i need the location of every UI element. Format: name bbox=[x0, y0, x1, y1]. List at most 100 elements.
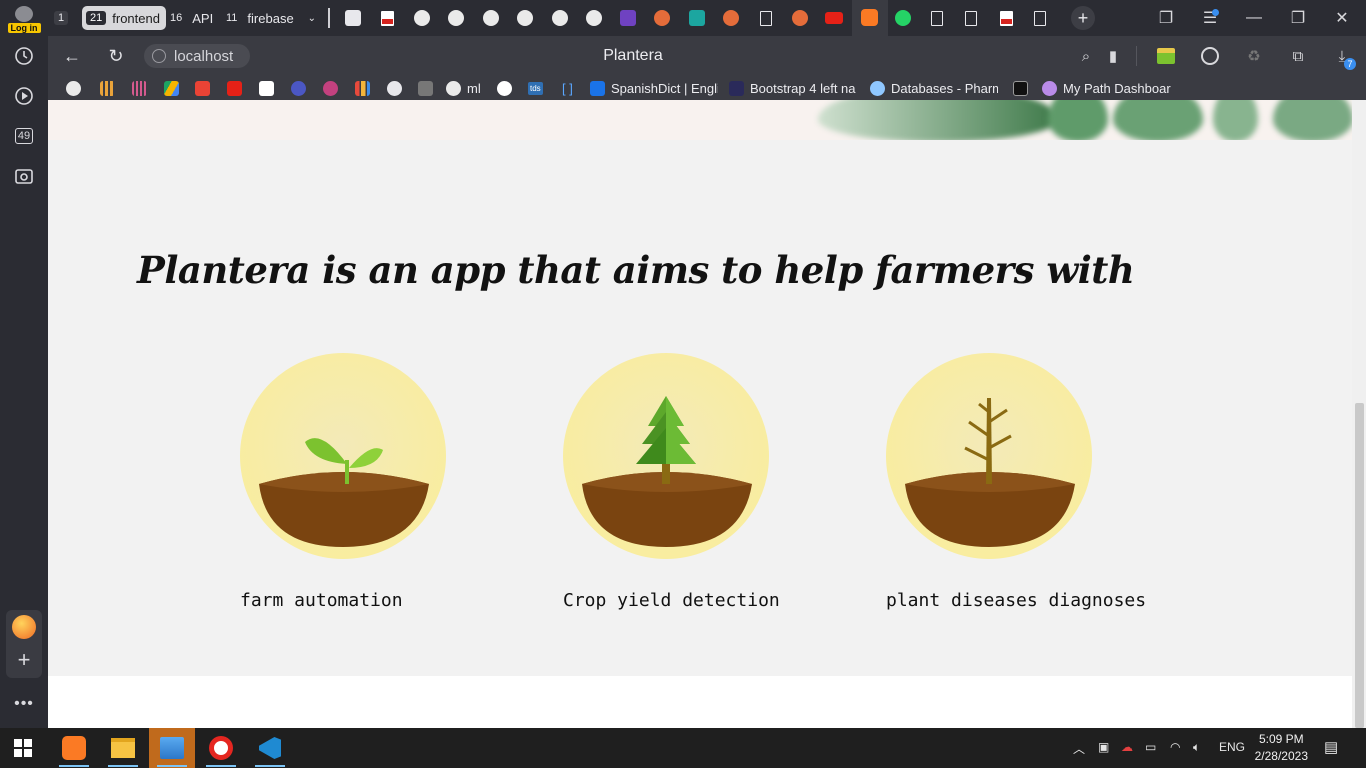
bookmark-bars[interactable] bbox=[355, 79, 376, 97]
minimize-window-icon[interactable]: — bbox=[1244, 8, 1264, 28]
login-label: Log in bbox=[7, 22, 41, 33]
tab-youtube[interactable] bbox=[824, 8, 844, 28]
bookmark-ml[interactable]: ml bbox=[446, 79, 481, 97]
bookmark-v[interactable] bbox=[259, 79, 280, 97]
tray-meet-icon[interactable]: ▣ bbox=[1098, 740, 1109, 754]
bookmark-angular[interactable] bbox=[1013, 79, 1034, 97]
tab-orange-3[interactable] bbox=[790, 8, 810, 28]
add-sidebar-app-icon[interactable]: + bbox=[6, 646, 42, 674]
scrollbar-thumb[interactable] bbox=[1355, 403, 1364, 728]
tab-s-app[interactable] bbox=[687, 8, 707, 28]
tab-group-api[interactable]: 16 API bbox=[166, 6, 213, 30]
history-clock-icon[interactable] bbox=[0, 38, 48, 74]
yandex-browser-icon bbox=[209, 736, 233, 760]
tab-whatsapp[interactable] bbox=[893, 8, 913, 28]
tray-chevron-up-icon[interactable]: ︿ bbox=[1073, 740, 1085, 757]
more-options-icon[interactable]: ••• bbox=[0, 686, 48, 722]
tab-group-label: frontend bbox=[112, 10, 160, 26]
bookmark-w[interactable] bbox=[418, 79, 439, 97]
taskbar-yandex[interactable] bbox=[198, 728, 244, 768]
bookmark-medium[interactable] bbox=[497, 79, 518, 97]
tray-language[interactable]: ENG bbox=[1219, 740, 1245, 754]
wallet-icon[interactable]: ⧉ bbox=[1288, 46, 1308, 66]
tab-group-firebase[interactable]: 11 firebase ⌄ bbox=[222, 6, 316, 30]
bookmark-brackets-icon[interactable]: [ ] bbox=[562, 79, 573, 97]
taskbar-vscode[interactable] bbox=[247, 728, 293, 768]
tray-volume-icon[interactable]: 🔈︎ bbox=[1193, 740, 1200, 755]
bookmark-avatar[interactable] bbox=[387, 79, 408, 97]
bookmark-bootstrap[interactable]: Bootstrap 4 left na bbox=[729, 79, 857, 97]
restore-window-icon[interactable]: ❐ bbox=[1288, 8, 1308, 28]
whatsapp-icon bbox=[895, 10, 911, 26]
bookmark-tds[interactable]: tds bbox=[528, 79, 543, 97]
tab-orange-2[interactable] bbox=[721, 8, 741, 28]
tab-group-label: API bbox=[192, 10, 214, 26]
chevron-down-icon[interactable]: ⌄ bbox=[308, 13, 316, 24]
bootstrap-icon bbox=[620, 10, 636, 26]
feature-card-crop-yield: Crop yield detection bbox=[562, 352, 780, 611]
tab-doc-blue[interactable] bbox=[343, 8, 363, 28]
leaf-decoration bbox=[1113, 100, 1203, 140]
tab-doc-4[interactable] bbox=[1030, 8, 1050, 28]
bookmark-38[interactable] bbox=[323, 79, 344, 97]
page-scrollbar[interactable] bbox=[1352, 100, 1366, 728]
bookmark-youtube[interactable] bbox=[227, 79, 248, 97]
taskbar-file-explorer[interactable] bbox=[100, 728, 146, 768]
start-windows-icon[interactable] bbox=[0, 728, 46, 768]
bookmark-spanishdict[interactable]: SpanishDict | Engli bbox=[590, 79, 718, 97]
tab-github-3[interactable] bbox=[481, 8, 501, 28]
tab-tiles-icon[interactable]: ❐ bbox=[1156, 8, 1176, 28]
tab-github-4[interactable] bbox=[515, 8, 535, 28]
new-tab-button[interactable]: + bbox=[1071, 6, 1095, 30]
tab-github-5[interactable] bbox=[550, 8, 570, 28]
github-icon bbox=[586, 10, 602, 26]
bookmark-blue-circle[interactable] bbox=[291, 79, 312, 97]
tab-active-plantera[interactable] bbox=[852, 0, 888, 36]
login-button[interactable]: Log in bbox=[0, 2, 48, 36]
screenshot-camera-icon[interactable] bbox=[0, 158, 48, 194]
taskbar-photos[interactable] bbox=[149, 728, 195, 768]
badge-site-icon bbox=[323, 80, 338, 96]
bookmark-dots[interactable] bbox=[100, 79, 121, 97]
tab-group-1[interactable]: 1 bbox=[54, 6, 74, 30]
tab-pdf-2[interactable] bbox=[996, 8, 1016, 28]
bookmark-mypath[interactable]: My Path Dashboar bbox=[1042, 79, 1172, 97]
tab-bootstrap[interactable] bbox=[618, 8, 638, 28]
tab-github-6[interactable] bbox=[584, 8, 604, 28]
tab-doc-3[interactable] bbox=[961, 8, 981, 28]
orange-site-icon bbox=[723, 10, 739, 26]
tab-orange-1[interactable] bbox=[652, 8, 672, 28]
taskbar-xampp[interactable] bbox=[51, 728, 97, 768]
bookmark-gmail[interactable] bbox=[195, 79, 216, 97]
tab-doc-2[interactable] bbox=[927, 8, 947, 28]
tab-count-label: 49 bbox=[14, 128, 34, 144]
tab-github-1[interactable] bbox=[412, 8, 432, 28]
tab-github-2[interactable] bbox=[446, 8, 466, 28]
tab-doc-1[interactable] bbox=[756, 8, 776, 28]
document-icon bbox=[931, 10, 943, 26]
taskbar-clock[interactable]: 5:09 PM 2/28/2023 bbox=[1255, 731, 1308, 765]
xampp-icon bbox=[62, 736, 86, 760]
tab-group-number: 21 bbox=[86, 11, 107, 25]
tray-wifi-icon[interactable]: ◠ bbox=[1170, 740, 1180, 754]
bookmark-dots-2[interactable] bbox=[132, 79, 153, 97]
w-site-icon bbox=[418, 80, 433, 96]
bookmark-drive[interactable] bbox=[164, 79, 185, 97]
bookmark-icon[interactable]: ▮ bbox=[1103, 46, 1123, 66]
close-window-icon[interactable]: ✕ bbox=[1332, 8, 1352, 28]
zoom-search-icon[interactable]: ⌕ bbox=[1076, 46, 1096, 66]
recycle-icon[interactable]: ♻ bbox=[1244, 46, 1264, 66]
tray-onedrive-error-icon[interactable]: ☁ bbox=[1121, 740, 1133, 754]
tab-counter-badge[interactable]: 49 bbox=[0, 118, 48, 154]
extension-game-icon[interactable] bbox=[1156, 46, 1176, 66]
tab-pdf[interactable] bbox=[377, 8, 397, 28]
bookmark-databases[interactable]: Databases - Pharm bbox=[870, 79, 998, 97]
player-icon[interactable] bbox=[0, 78, 48, 114]
app-orange-ball-icon[interactable] bbox=[12, 615, 36, 639]
tray-battery-icon[interactable]: ▭ bbox=[1145, 740, 1156, 754]
github-icon bbox=[552, 10, 568, 26]
tab-group-frontend[interactable]: 21 frontend bbox=[82, 6, 166, 30]
vpn-globe-icon[interactable] bbox=[1200, 46, 1220, 66]
notifications-icon[interactable]: ▤ bbox=[1324, 738, 1338, 756]
bookmark-github[interactable] bbox=[66, 79, 87, 97]
